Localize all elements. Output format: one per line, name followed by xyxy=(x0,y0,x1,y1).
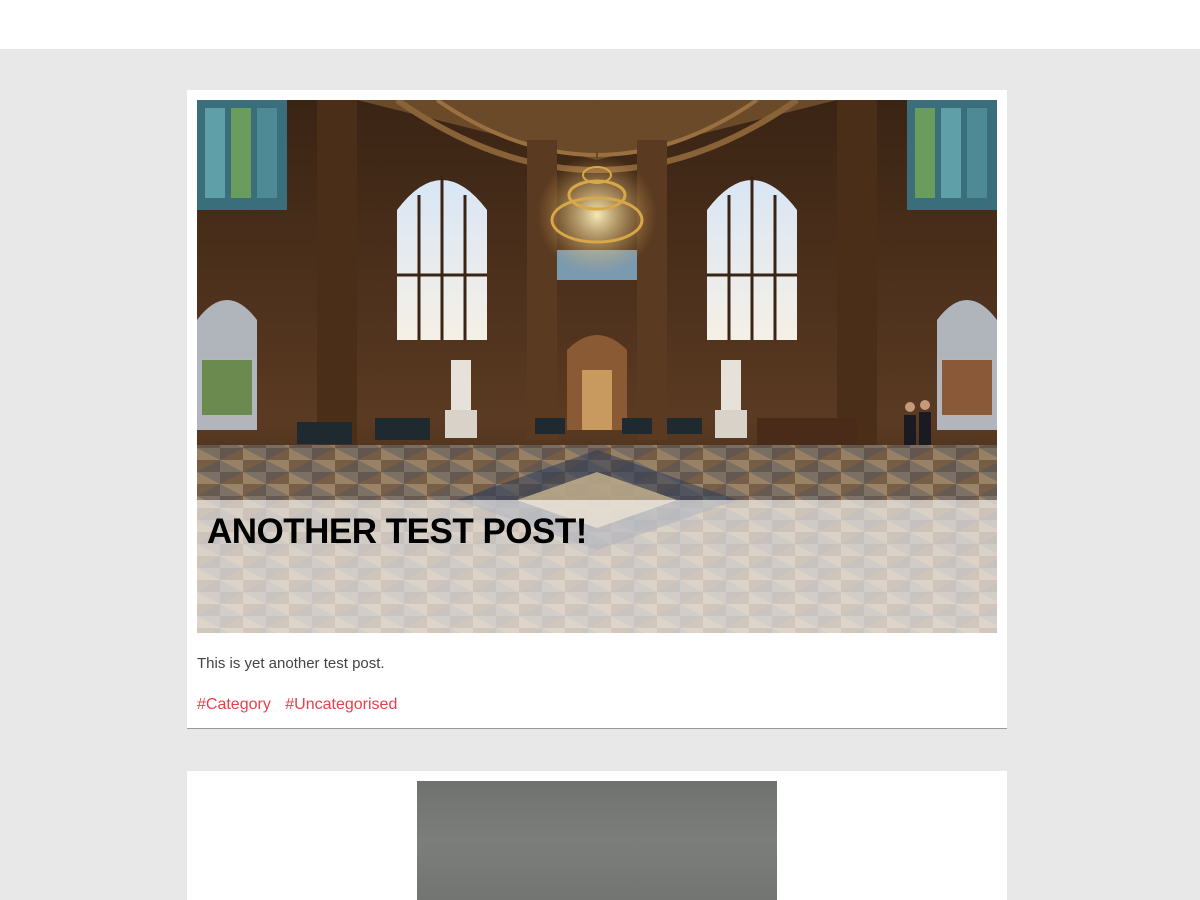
site-header xyxy=(0,0,1200,49)
post-tags: #Category #Uncategorised xyxy=(197,695,407,715)
post-title[interactable]: ANOTHER TEST POST! xyxy=(207,510,587,554)
tag-category-link[interactable]: #Category xyxy=(197,696,271,713)
tag-uncategorised-link[interactable]: #Uncategorised xyxy=(285,696,397,713)
post-card xyxy=(187,771,1007,900)
post-card: ANOTHER TEST POST! This is yet another t… xyxy=(187,90,1007,729)
post-featured-image[interactable]: ANOTHER TEST POST! xyxy=(197,100,997,633)
post-featured-image[interactable] xyxy=(417,781,777,900)
post-excerpt: This is yet another test post. xyxy=(197,655,385,672)
